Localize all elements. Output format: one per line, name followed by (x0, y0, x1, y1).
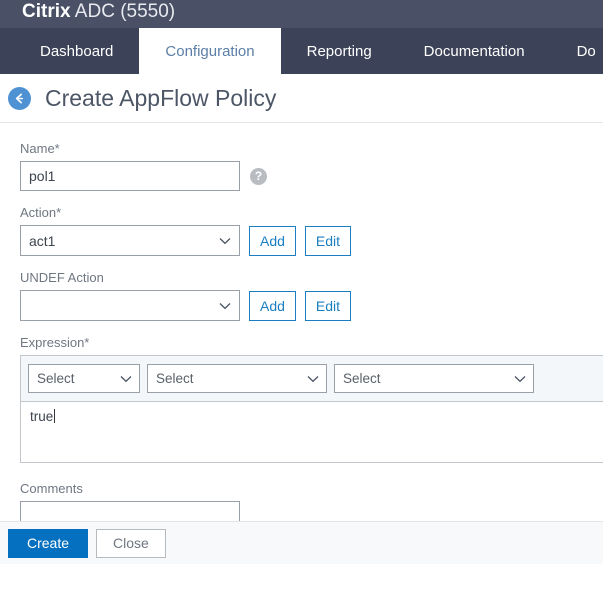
name-input[interactable] (20, 161, 240, 191)
close-button-label: Close (113, 535, 149, 551)
brand-name: Citrix (22, 0, 71, 22)
action-label: Action* (20, 205, 62, 220)
tab-downloads-label: Do (576, 42, 596, 60)
create-appflow-policy-form: Name* ? Action* act1 Add Edit (0, 123, 603, 564)
form-footer: Create Close (0, 521, 603, 564)
undef-action-edit-label: Edit (315, 297, 341, 314)
expression-textarea[interactable]: true (21, 402, 603, 462)
expression-value: true (30, 409, 54, 424)
arrow-left-icon (15, 93, 23, 103)
action-edit-button[interactable]: Edit (304, 225, 352, 256)
expression-select-3[interactable]: Select (334, 364, 534, 393)
expression-editor: Select Select Select true (20, 355, 603, 463)
expression-toolbar: Select Select Select (21, 356, 603, 402)
action-add-label: Add (260, 232, 285, 249)
undef-action-edit-button[interactable]: Edit (304, 290, 352, 321)
tab-reporting-label: Reporting (306, 42, 372, 60)
expression-select-3-value: Select (343, 371, 381, 386)
field-expression: Expression* Select Select Select true (20, 335, 603, 463)
chevron-down-icon (307, 375, 319, 382)
action-edit-label: Edit (315, 232, 341, 249)
action-select[interactable]: act1 (20, 225, 240, 256)
expression-select-1-value: Select (37, 371, 75, 386)
tab-dashboard-label: Dashboard (40, 42, 114, 60)
question-mark-icon[interactable]: ? (250, 167, 267, 185)
create-button-label: Create (27, 535, 70, 551)
tab-configuration[interactable]: Configuration (139, 28, 281, 74)
expression-select-2-value: Select (156, 371, 194, 386)
chevron-down-icon (219, 302, 231, 309)
undef-action-add-label: Add (260, 297, 285, 314)
text-cursor (54, 409, 56, 423)
app-window: Citrix ADC (5550) Dashboard Configuratio… (0, 0, 603, 607)
undef-action-select[interactable] (20, 290, 240, 321)
chevron-down-icon (120, 375, 132, 382)
close-button[interactable]: Close (96, 528, 166, 558)
tab-dashboard[interactable]: Dashboard (14, 28, 139, 74)
field-name: Name* ? (20, 141, 603, 191)
action-add-button[interactable]: Add (249, 225, 296, 256)
undef-action-add-button[interactable]: Add (249, 290, 296, 321)
comments-label: Comments (20, 481, 83, 496)
main-navigation: Dashboard Configuration Reporting Docume… (0, 28, 603, 74)
expression-select-1[interactable]: Select (28, 364, 140, 393)
tab-downloads[interactable]: Do (551, 28, 603, 74)
chevron-down-icon (219, 237, 231, 244)
brand-title: Citrix ADC (5550) (22, 2, 175, 21)
brand-model: ADC (5550) (70, 0, 176, 22)
tab-reporting[interactable]: Reporting (281, 28, 398, 74)
brand-bar: Citrix ADC (5550) (0, 0, 603, 28)
tab-documentation[interactable]: Documentation (398, 28, 551, 74)
create-button[interactable]: Create (8, 528, 89, 558)
action-select-value: act1 (29, 232, 56, 249)
chevron-down-icon (514, 375, 526, 382)
expression-label: Expression* (20, 335, 90, 350)
expression-select-2[interactable]: Select (147, 364, 327, 393)
name-label: Name* (20, 141, 60, 156)
page-title: Create AppFlow Policy (45, 84, 277, 111)
undef-action-label: UNDEF Action (20, 270, 104, 285)
tab-configuration-label: Configuration (165, 42, 255, 60)
page-header: Create AppFlow Policy (0, 74, 603, 123)
back-button[interactable] (8, 86, 31, 110)
field-undef-action: UNDEF Action Add Edit (20, 270, 603, 321)
field-action: Action* act1 Add Edit (20, 205, 603, 256)
tab-documentation-label: Documentation (423, 42, 525, 60)
